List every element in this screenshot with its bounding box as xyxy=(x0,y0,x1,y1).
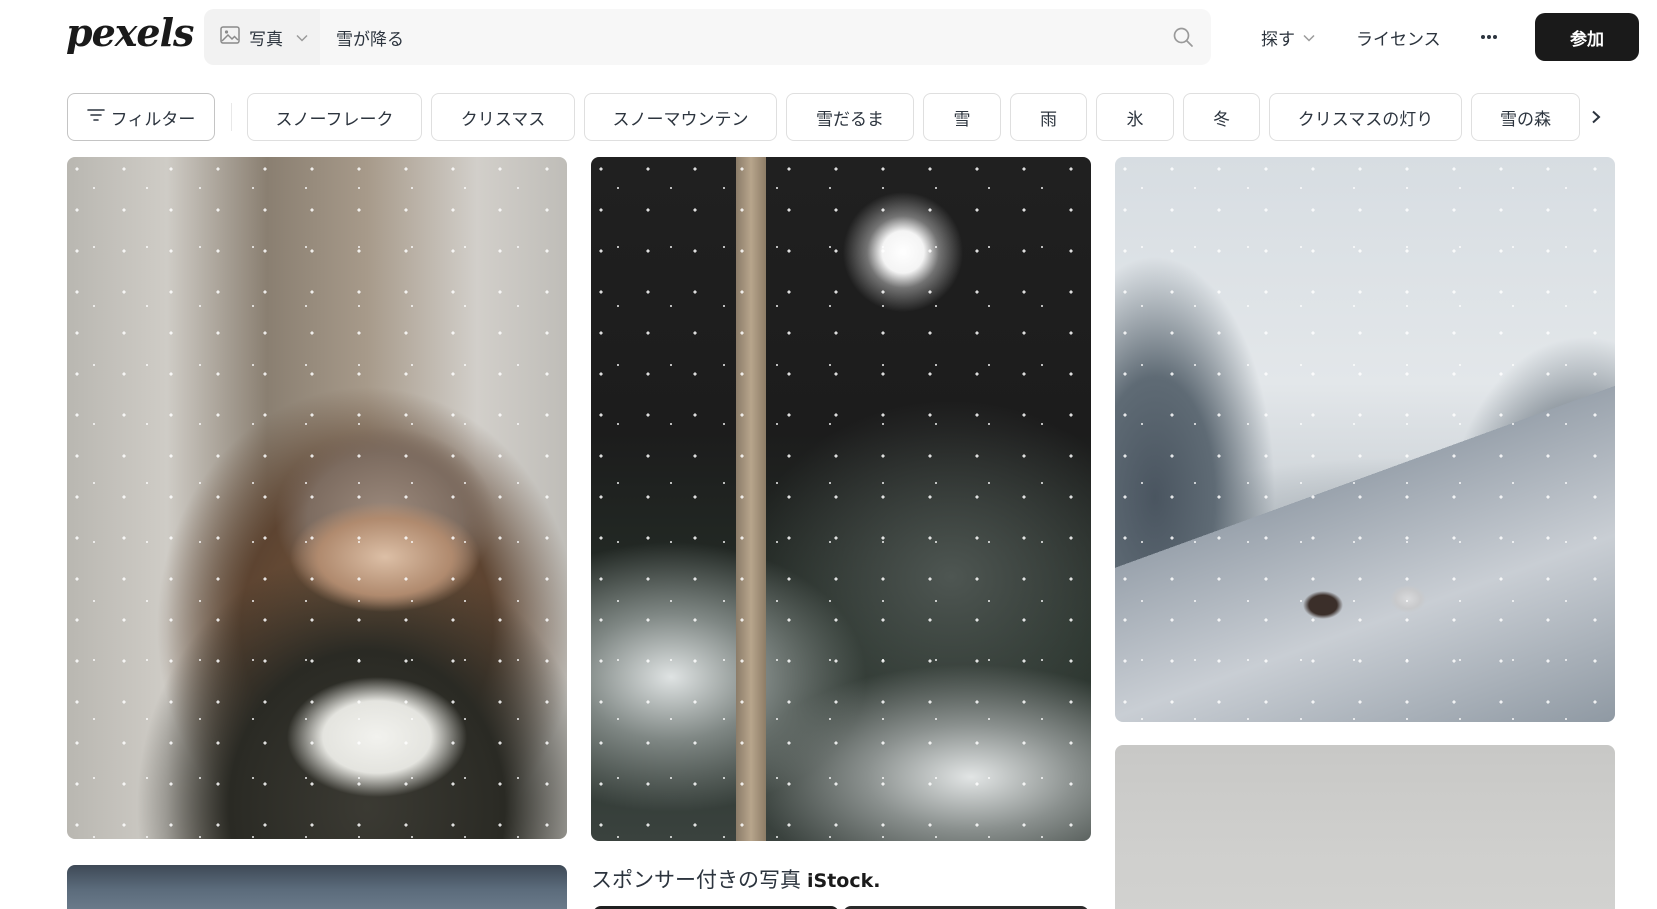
snow-overlay xyxy=(67,157,567,839)
chevron-right-icon[interactable] xyxy=(1583,104,1609,130)
search-input[interactable] xyxy=(336,17,1136,57)
license-link[interactable]: ライセンス xyxy=(1356,22,1441,52)
search-type-label: 写真 xyxy=(249,29,283,50)
sponsored-label: スポンサー付きの写真 xyxy=(591,868,801,892)
snow-overlay xyxy=(591,157,1091,841)
explore-menu[interactable]: 探す xyxy=(1261,22,1315,52)
pexels-logo[interactable]: pexels xyxy=(66,10,194,55)
chip-christmas[interactable]: クリスマス xyxy=(431,93,575,141)
sponsored-photos-heading: スポンサー付きの写真 iStock. xyxy=(591,864,880,894)
photo-cloudy-landscape[interactable] xyxy=(67,865,567,909)
search-type-dropdown[interactable]: 写真 xyxy=(204,9,320,65)
photo-streetlight-snowfall[interactable] xyxy=(591,157,1091,841)
chip-divider xyxy=(231,103,232,131)
filter-label: フィルター xyxy=(110,109,196,130)
filter-lines-icon xyxy=(86,107,105,127)
chip-winter[interactable]: 冬 xyxy=(1183,93,1260,141)
image-icon xyxy=(220,25,240,49)
more-dots-icon[interactable] xyxy=(1474,22,1504,52)
chip-rain[interactable]: 雨 xyxy=(1010,93,1087,141)
istock-link[interactable]: iStock. xyxy=(807,870,880,892)
photo-woman-blowing-snow[interactable] xyxy=(67,157,567,839)
chip-ice[interactable]: 氷 xyxy=(1096,93,1174,141)
join-button[interactable]: 参加 xyxy=(1535,13,1639,61)
chevron-down-icon xyxy=(1303,27,1315,47)
chip-snow-mountain[interactable]: スノーマウンテン xyxy=(584,93,777,141)
snow-overlay xyxy=(1115,157,1615,722)
chip-snowy-forest[interactable]: 雪の森 xyxy=(1471,93,1580,141)
search-bar: 写真 xyxy=(204,9,1211,65)
chip-snowflake[interactable]: スノーフレーク xyxy=(247,93,422,141)
top-header: pexels 写真 雪が降る 探す ライセンス 参加 xyxy=(0,0,1657,80)
chip-snow[interactable]: 雪 xyxy=(923,93,1001,141)
photo-snowy-road[interactable] xyxy=(1115,157,1615,722)
chip-christmas-lights[interactable]: クリスマスの灯り xyxy=(1269,93,1462,141)
explore-label: 探す xyxy=(1261,29,1295,50)
pexels-search-page: pexels 写真 雪が降る 探す ライセンス 参加 フィルター スノーフレーク… xyxy=(0,0,1657,909)
chip-snowman[interactable]: 雪だるま xyxy=(786,93,914,141)
search-icon[interactable] xyxy=(1169,23,1197,51)
chevron-down-icon xyxy=(296,27,308,47)
filter-button[interactable]: フィルター xyxy=(67,93,215,141)
photo-grey-sky[interactable] xyxy=(1115,745,1615,909)
